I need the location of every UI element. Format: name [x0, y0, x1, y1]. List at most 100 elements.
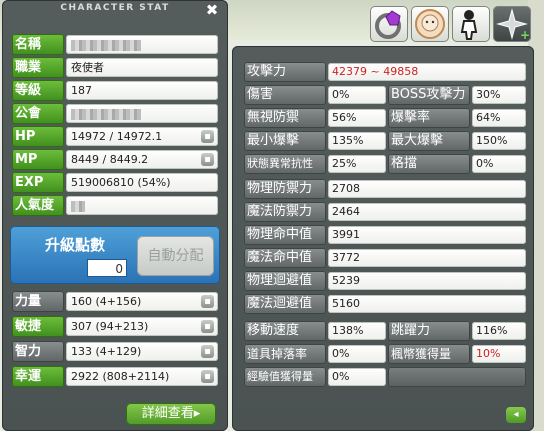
fame-value: [66, 196, 218, 215]
hp-add-button[interactable]: ▪: [201, 130, 214, 143]
ignore-def-row: 無視防禦 56% 爆擊率 64%: [244, 108, 526, 128]
level-label: 等級: [12, 80, 64, 101]
str-label: 力量: [12, 291, 64, 312]
magic-def-row: 魔法防禦力 2464: [244, 202, 526, 222]
phys-def-label: 物理防禦力: [244, 179, 326, 199]
max-crit-label: 最大爆擊: [388, 131, 470, 151]
meso-gain-label: 楓幣獲得量: [388, 344, 470, 364]
ability-point-box: 升級點數 0 自動分配: [10, 226, 220, 284]
hp-value: 14972 / 14972.1 ▪: [66, 127, 218, 146]
jump-label: 跳躍力: [388, 321, 470, 341]
mp-label: MP: [12, 149, 64, 170]
max-crit-value: 150%: [472, 132, 526, 150]
name-value: [66, 35, 218, 54]
hp-label: HP: [12, 126, 64, 147]
ability-point-label: 升級點數: [45, 236, 106, 254]
hp-row: HP 14972 / 14972.1 ▪: [12, 126, 218, 147]
str-row: 力量 160 (4+156) ▪: [12, 291, 218, 312]
magic-acc-row: 魔法命中值 3772: [244, 248, 526, 268]
dex-value: 307 (94+213) ▪: [66, 317, 218, 336]
status-resist-value: 25%: [328, 155, 386, 173]
exp-gain-value: 0%: [328, 368, 386, 386]
ring-gem-graphic: [375, 10, 401, 39]
mp-add-button[interactable]: ▪: [201, 153, 214, 166]
magic-avoid-value: 5160: [328, 295, 526, 313]
magic-avoid-label: 魔法迴避值: [244, 294, 326, 314]
guild-label: 公會: [12, 103, 64, 124]
phys-acc-value: 3991: [328, 226, 526, 244]
crit-rate-value: 64%: [472, 109, 526, 127]
dex-add-button[interactable]: ▪: [201, 320, 214, 333]
ring-gem-icon[interactable]: [370, 6, 408, 42]
str-add-button[interactable]: ▪: [201, 295, 214, 308]
luk-add-button[interactable]: ▪: [201, 370, 214, 383]
phys-avoid-value: 5239: [328, 272, 526, 290]
magic-def-label: 魔法防禦力: [244, 202, 326, 222]
jump-value: 116%: [472, 322, 526, 340]
auto-assign-button[interactable]: 自動分配: [137, 236, 214, 276]
drop-rate-row: 道具掉落率 0% 楓幣獲得量 10%: [244, 344, 526, 364]
window-title: CHARACTER STAT: [60, 3, 170, 13]
fame-label: 人氣度: [12, 195, 64, 216]
collapse-arrow-icon[interactable]: ◂: [506, 407, 526, 423]
svg-text:+: +: [520, 28, 530, 42]
speed-label: 移動速度: [244, 321, 326, 341]
status-resist-row: 狀態異常抗性 25% 格擋 0%: [244, 154, 526, 174]
fame-blurred: [71, 200, 85, 212]
name-blurred: [71, 39, 141, 51]
shuriken-icon[interactable]: +: [493, 6, 531, 42]
job-row: 職業 夜使者: [12, 57, 218, 78]
ignore-def-label: 無視防禦: [244, 108, 326, 128]
phys-def-value: 2708: [328, 180, 526, 198]
fame-row: 人氣度: [12, 195, 218, 216]
close-icon[interactable]: ✖: [204, 2, 220, 18]
exp-value: 519006810 (54%): [66, 173, 218, 192]
min-crit-row: 最小爆擊 135% 最大爆擊 150%: [244, 131, 526, 151]
shuriken-graphic: +: [496, 8, 530, 42]
detail-view-button[interactable]: 詳細查看▸: [126, 403, 216, 425]
level-value: 187: [66, 81, 218, 100]
dex-text: 307 (94+213): [71, 320, 149, 333]
mp-value: 8449 / 8449.2 ▪: [66, 150, 218, 169]
drop-rate-value: 0%: [328, 345, 386, 363]
phys-avoid-row: 物理迴避值 5239: [244, 271, 526, 291]
int-label: 智力: [12, 341, 64, 362]
ignore-def-value: 56%: [328, 109, 386, 127]
luk-text: 2922 (808+2114): [71, 370, 170, 383]
empty-slot: [388, 367, 526, 387]
luk-value: 2922 (808+2114) ▪: [66, 367, 218, 386]
detail-stat-window: 攻擊力 42379 ~ 49858 傷害 0% BOSS攻擊力 30% 無視防禦…: [232, 46, 534, 431]
exp-gain-row: 經驗值獲得量 0%: [244, 367, 526, 387]
magic-avoid-row: 魔法迴避值 5160: [244, 294, 526, 314]
status-resist-label: 狀態異常抗性: [244, 154, 326, 174]
name-label: 名稱: [12, 34, 64, 55]
magic-acc-value: 3772: [328, 249, 526, 267]
phys-acc-row: 物理命中值 3991: [244, 225, 526, 245]
int-add-button[interactable]: ▪: [201, 345, 214, 358]
damage-value: 0%: [328, 86, 386, 104]
boss-attack-value: 30%: [472, 86, 526, 104]
magic-def-value: 2464: [328, 203, 526, 221]
attack-value: 42379 ~ 49858: [328, 63, 526, 81]
phys-avoid-label: 物理迴避值: [244, 271, 326, 291]
crit-rate-label: 爆擊率: [388, 108, 470, 128]
guild-value: [66, 104, 218, 123]
str-value: 160 (4+156) ▪: [66, 292, 218, 311]
attack-label: 攻擊力: [244, 62, 326, 82]
character-portrait-icon[interactable]: [411, 6, 449, 42]
phys-def-row: 物理防禦力 2708: [244, 179, 526, 199]
int-text: 133 (4+129): [71, 345, 142, 358]
guild-blurred: [71, 108, 141, 120]
speed-value: 138%: [328, 322, 386, 340]
character-stat-window: CHARACTER STAT ✖ 名稱 職業 夜使者 等級 187 公會 HP …: [2, 0, 228, 431]
int-row: 智力 133 (4+129) ▪: [12, 341, 218, 362]
exp-row: EXP 519006810 (54%): [12, 172, 218, 193]
character-silhouette-icon[interactable]: [452, 6, 490, 42]
ability-point-value: 0: [87, 259, 127, 277]
magic-acc-label: 魔法命中值: [244, 248, 326, 268]
drop-rate-label: 道具掉落率: [244, 344, 326, 364]
luk-label: 幸運: [12, 366, 64, 387]
speed-row: 移動速度 138% 跳躍力 116%: [244, 321, 526, 341]
block-label: 格擋: [388, 154, 470, 174]
block-value: 0%: [472, 155, 526, 173]
